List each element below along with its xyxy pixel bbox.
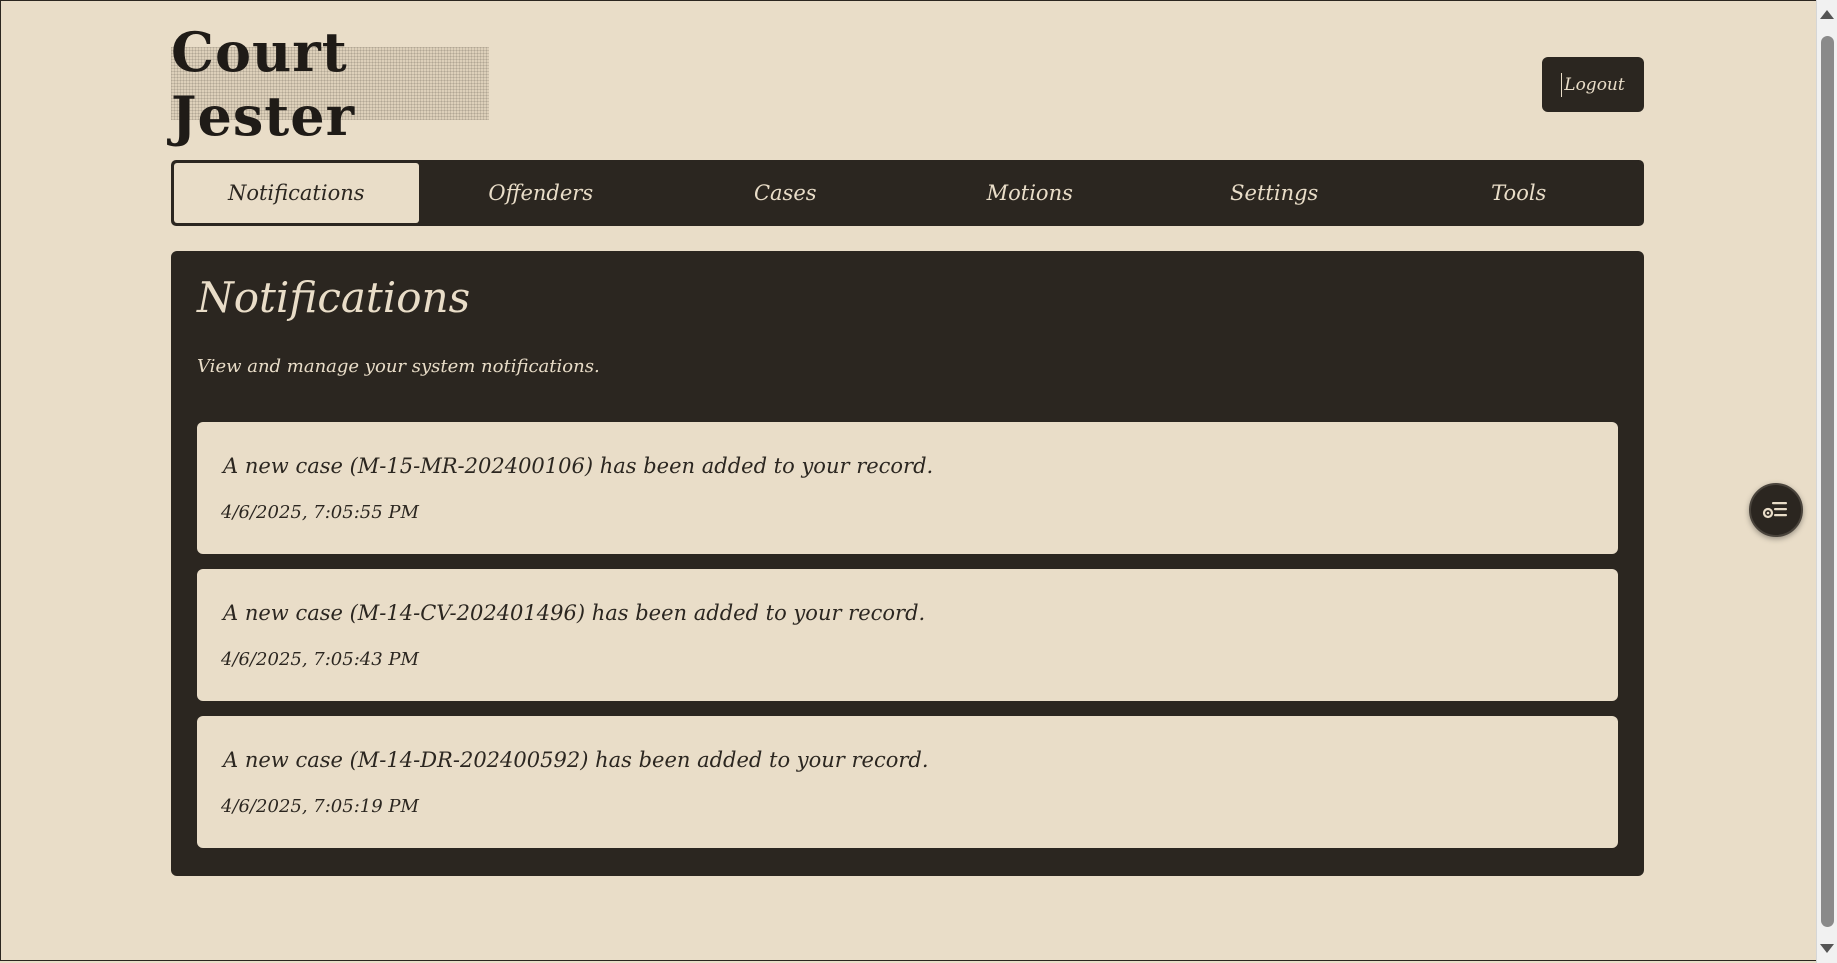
- vertical-scrollbar[interactable]: [1816, 0, 1837, 963]
- court-jester-logo[interactable]: Court Jester: [171, 20, 489, 148]
- floating-menu-button[interactable]: [1749, 483, 1803, 537]
- logout-button[interactable]: Logout: [1542, 57, 1644, 112]
- notification-message: A new case (M-15-MR-202400106) has been …: [223, 454, 934, 478]
- notification-message: A new case (M-14-DR-202400592) has been …: [223, 748, 929, 772]
- scroll-up-arrow-icon[interactable]: [1820, 10, 1834, 19]
- notification-card[interactable]: A new case (M-15-MR-202400106) has been …: [197, 422, 1618, 554]
- tab-tools[interactable]: Tools: [1397, 163, 1642, 223]
- notification-card[interactable]: A new case (M-14-DR-202400592) has been …: [197, 716, 1618, 848]
- scroll-down-arrow-icon[interactable]: [1820, 944, 1834, 953]
- page-title: Notifications: [197, 273, 471, 322]
- text-cursor: [1561, 72, 1563, 97]
- main-nav: Notifications Offenders Cases Motions Se…: [171, 160, 1644, 226]
- tab-notifications[interactable]: Notifications: [174, 163, 419, 223]
- tab-offenders[interactable]: Offenders: [419, 163, 664, 223]
- notification-timestamp: 4/6/2025, 7:05:43 PM: [221, 649, 419, 670]
- notification-message: A new case (M-14-CV-202401496) has been …: [223, 601, 926, 625]
- notification-timestamp: 4/6/2025, 7:05:19 PM: [221, 796, 419, 817]
- scrollbar-thumb[interactable]: [1821, 36, 1834, 927]
- tab-settings[interactable]: Settings: [1152, 163, 1397, 223]
- notifications-panel: Notifications View and manage your syste…: [171, 251, 1644, 876]
- tab-motions[interactable]: Motions: [908, 163, 1153, 223]
- tab-cases[interactable]: Cases: [663, 163, 908, 223]
- notification-card[interactable]: A new case (M-14-CV-202401496) has been …: [197, 569, 1618, 701]
- list-settings-icon: [1762, 502, 1787, 519]
- notification-timestamp: 4/6/2025, 7:05:55 PM: [221, 502, 419, 523]
- page-subtitle: View and manage your system notification…: [197, 356, 600, 377]
- logout-label: Logout: [1564, 74, 1625, 95]
